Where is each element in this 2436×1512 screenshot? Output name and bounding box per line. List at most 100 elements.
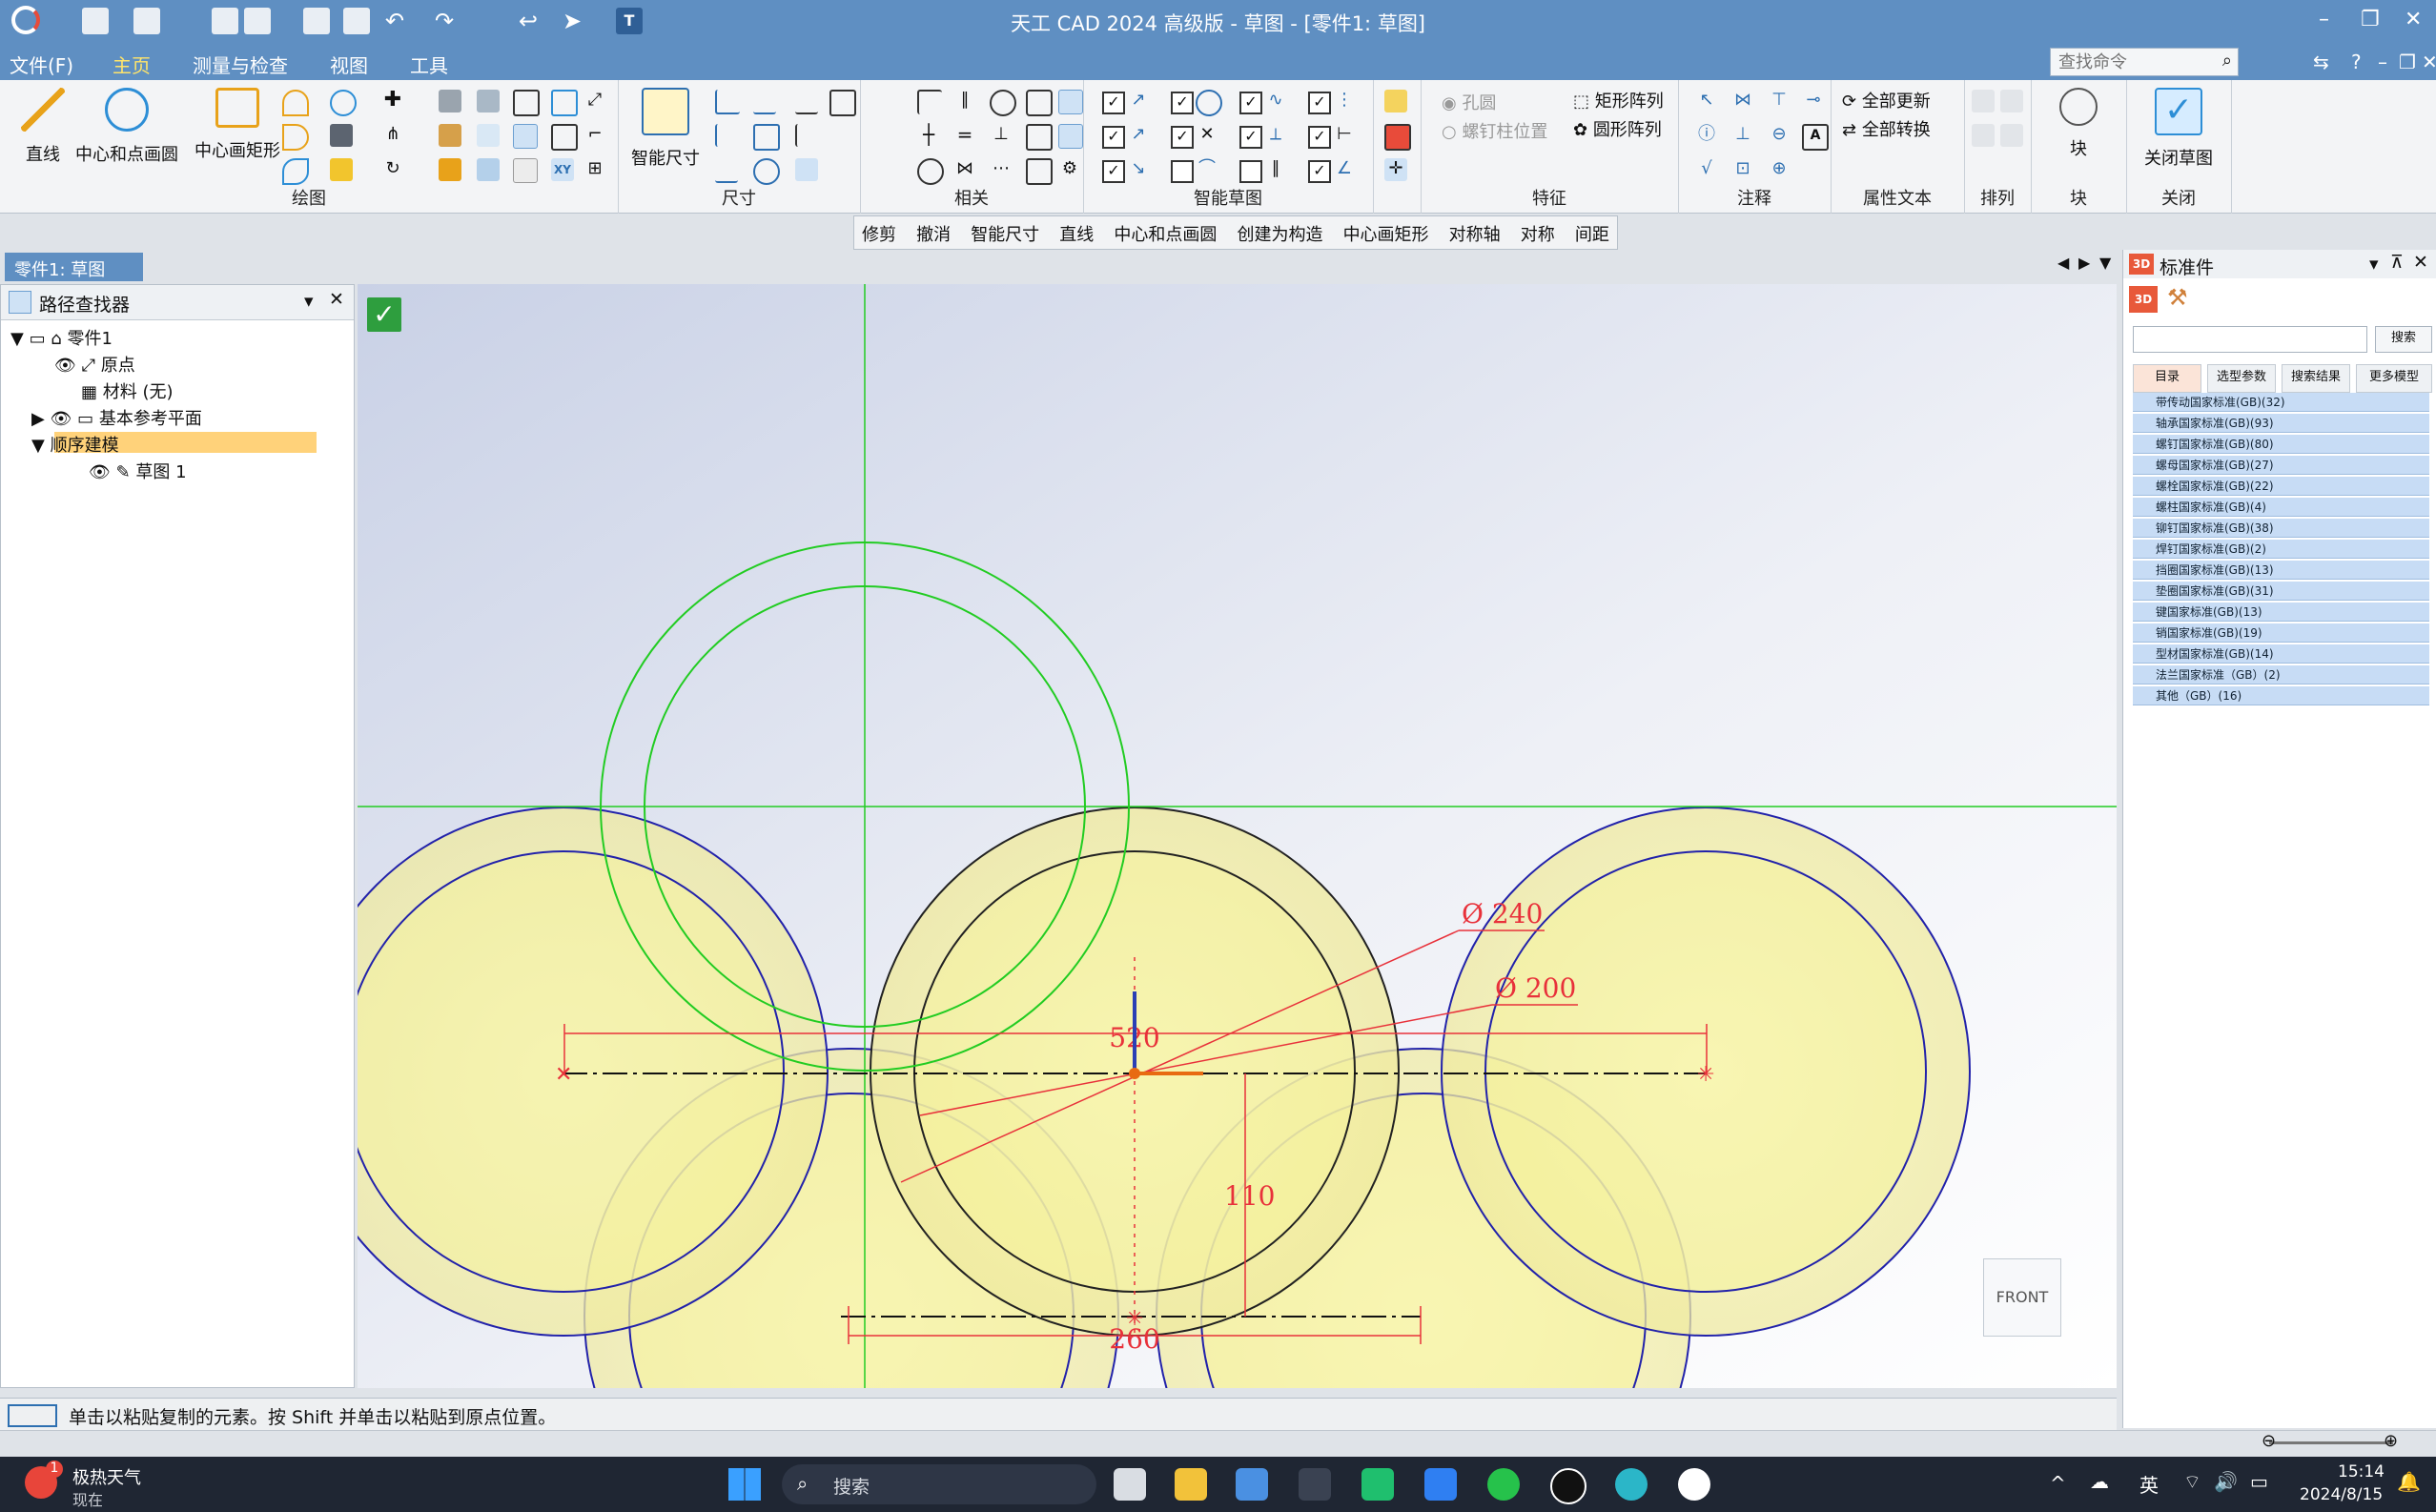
eraser-icon[interactable] (513, 158, 538, 183)
std-part-item[interactable]: 挡圈国家标准(GB)(13) (2133, 561, 2429, 580)
std-part-item[interactable]: 销国家标准(GB)(19) (2133, 623, 2429, 643)
document-tab[interactable]: 零件1: 草图 (5, 253, 143, 281)
rp-close-icon[interactable]: ✕ (2413, 252, 2428, 273)
pencil-icon[interactable] (439, 158, 461, 181)
start-icon[interactable] (728, 1468, 761, 1501)
arc-icon[interactable] (282, 90, 309, 116)
tree-item-ref-planes[interactable]: ▶ 👁 ▭ 基本参考平面 (31, 405, 202, 430)
leader-icon[interactable]: ↖ (1695, 90, 1718, 112)
cmd-spacing[interactable]: 间距 (1567, 216, 1617, 251)
xy-plane-icon[interactable]: XY (551, 158, 574, 181)
ribbon-collapse-icon[interactable]: ⇆ (2313, 51, 2329, 73)
transform-icon[interactable]: ⤢ (583, 90, 606, 112)
cmd-undo[interactable]: 撤消 (909, 216, 958, 251)
smart-sketch-checkbox-3[interactable]: ✓ (1102, 160, 1125, 183)
pattern-fill-icon[interactable] (477, 158, 500, 181)
battery-icon[interactable]: ▭ (2250, 1470, 2268, 1493)
hammer-icon[interactable]: ⚒ (2167, 284, 2188, 311)
erase-icon[interactable] (439, 124, 461, 147)
std-part-item[interactable]: 铆钉国家标准(GB)(38) (2133, 519, 2429, 538)
std-part-item[interactable]: 螺栓国家标准(GB)(22) (2133, 477, 2429, 496)
smart-sketch-checkbox-5[interactable]: ✓ (1171, 126, 1194, 149)
tree-item-origin[interactable]: 👁 ⤢ 原点 (54, 352, 135, 377)
callout-icon[interactable]: ⓘ (1695, 124, 1718, 147)
surface-finish-icon[interactable]: √ (1695, 158, 1718, 181)
origin-point[interactable] (1129, 1068, 1140, 1079)
rp-tab-more[interactable]: 更多模型 (2356, 364, 2432, 393)
lock-dim-icon[interactable] (829, 90, 856, 116)
sketch-view-icon[interactable] (1384, 124, 1411, 151)
coordinate-dim-icon[interactable] (715, 158, 738, 183)
clock-date[interactable]: 2024/8/15 (2300, 1485, 2383, 1504)
smart-sketch-checkbox-6[interactable] (1171, 160, 1194, 183)
clock-time[interactable]: 15:14 (2338, 1462, 2385, 1481)
doc-minimize-icon[interactable]: – (2378, 51, 2387, 73)
send-back-icon[interactable] (2000, 90, 2023, 112)
maintain-relations-icon[interactable] (1058, 90, 1083, 114)
tangent-icon[interactable] (990, 90, 1016, 116)
rp-menu-icon[interactable]: ▾ (2369, 254, 2379, 275)
stud-radio[interactable]: ○ 螺钉柱位置 (1442, 118, 1547, 143)
datum-icon[interactable]: ⊥ (1731, 124, 1754, 147)
cmd-smart-dimension[interactable]: 智能尺寸 (963, 216, 1047, 251)
connect-icon[interactable] (917, 90, 942, 114)
doc-restore-icon[interactable]: ❐ (2399, 51, 2416, 73)
cmd-trim[interactable]: 修剪 (854, 216, 904, 251)
horizontal-vertical-icon[interactable]: ┼ (917, 124, 940, 147)
green-app-icon[interactable] (1361, 1468, 1394, 1501)
tree-item-sequential[interactable]: ▼ 顺序建模 (31, 432, 119, 457)
balloon-icon[interactable]: ⋈ (1731, 90, 1754, 112)
smart-sketch-checkbox-8[interactable]: ✓ (1239, 126, 1262, 149)
baseline-dim-icon[interactable] (795, 124, 820, 147)
rp-tab-results[interactable]: 搜索结果 (2282, 364, 2350, 393)
blue-app-icon[interactable] (1424, 1468, 1457, 1501)
tray-chevron-icon[interactable]: ^ (2050, 1472, 2066, 1495)
std-part-item[interactable]: 螺钉国家标准(GB)(80) (2133, 435, 2429, 454)
mirror-icon[interactable]: ⋔ (381, 124, 404, 147)
zoom-slider[interactable] (2269, 1441, 2393, 1444)
fill-icon[interactable] (330, 158, 353, 181)
std-part-item[interactable]: 型材国家标准(GB)(14) (2133, 644, 2429, 664)
edit-grid-icon[interactable]: ⊞ (583, 158, 606, 181)
ime-indicator[interactable]: 英 (2139, 1470, 2159, 1498)
rect-array-button[interactable]: ⬚ 矩形阵列 (1573, 88, 1664, 112)
notification-icon[interactable]: 🔔 (2397, 1470, 2421, 1493)
smart-sketch-checkbox-2[interactable]: ✓ (1102, 126, 1125, 149)
std-part-item[interactable]: 焊钉国家标准(GB)(2) (2133, 540, 2429, 559)
intersect-icon[interactable] (513, 124, 538, 149)
move-icon[interactable]: ✚ (381, 90, 404, 112)
split-icon[interactable] (551, 90, 578, 116)
update-all-button[interactable]: ⟳ 全部更新 (1842, 88, 1931, 112)
dim-110-label[interactable]: 110 (1224, 1180, 1275, 1212)
sketch-color-icon[interactable] (1384, 90, 1407, 112)
tab-list-icon[interactable]: ▼ (2099, 254, 2111, 272)
smart-sketch-checkbox-4[interactable]: ✓ (1171, 92, 1194, 114)
project-icon[interactable] (477, 90, 500, 112)
tree-item-material[interactable]: ▦ 材料 (无) (81, 378, 174, 403)
cube-app-icon[interactable] (1299, 1468, 1331, 1501)
std-part-item[interactable]: 法兰国家标准（GB）(2) (2133, 665, 2429, 684)
wifi-icon[interactable]: ⌔ (2183, 1470, 2201, 1494)
rp-tab-params[interactable]: 选型参数 (2207, 364, 2276, 393)
connector-icon[interactable]: ⊸ (1802, 90, 1825, 112)
angle-dim-icon[interactable] (715, 124, 740, 147)
std-parts-search-button[interactable]: 搜索 (2375, 326, 2432, 353)
menu-file[interactable]: 文件(F) (10, 51, 73, 78)
std-part-item[interactable]: 带传动国家标准(GB)(32) (2133, 393, 2429, 412)
std-part-item[interactable]: 键国家标准(GB)(13) (2133, 603, 2429, 622)
view-cube[interactable]: FRONT (1983, 1258, 2061, 1337)
std-part-item[interactable]: 其他（GB）(16) (2133, 686, 2429, 705)
extend-icon[interactable] (551, 124, 578, 151)
text-box-icon[interactable]: A (1802, 124, 1829, 151)
zoom-in-icon[interactable]: ⊕ (2384, 1431, 2398, 1451)
tangent-arc-icon[interactable] (282, 124, 309, 151)
feature-control-icon[interactable]: ⊤ (1768, 90, 1791, 112)
cloud-icon[interactable]: ☁ (2090, 1470, 2109, 1493)
equal-icon[interactable]: = (953, 124, 976, 147)
center-rect-button[interactable]: 中心画矩形 (185, 88, 290, 162)
symmetric-dim-icon[interactable] (753, 90, 776, 114)
close-sketch-button[interactable]: ✓ 关闭草图 (2128, 88, 2229, 170)
dim-240-label[interactable]: Ø 240 (1462, 898, 1543, 930)
std-parts-tab-icon[interactable]: 3D (2129, 286, 2158, 313)
std-parts-search-input[interactable] (2133, 326, 2367, 353)
